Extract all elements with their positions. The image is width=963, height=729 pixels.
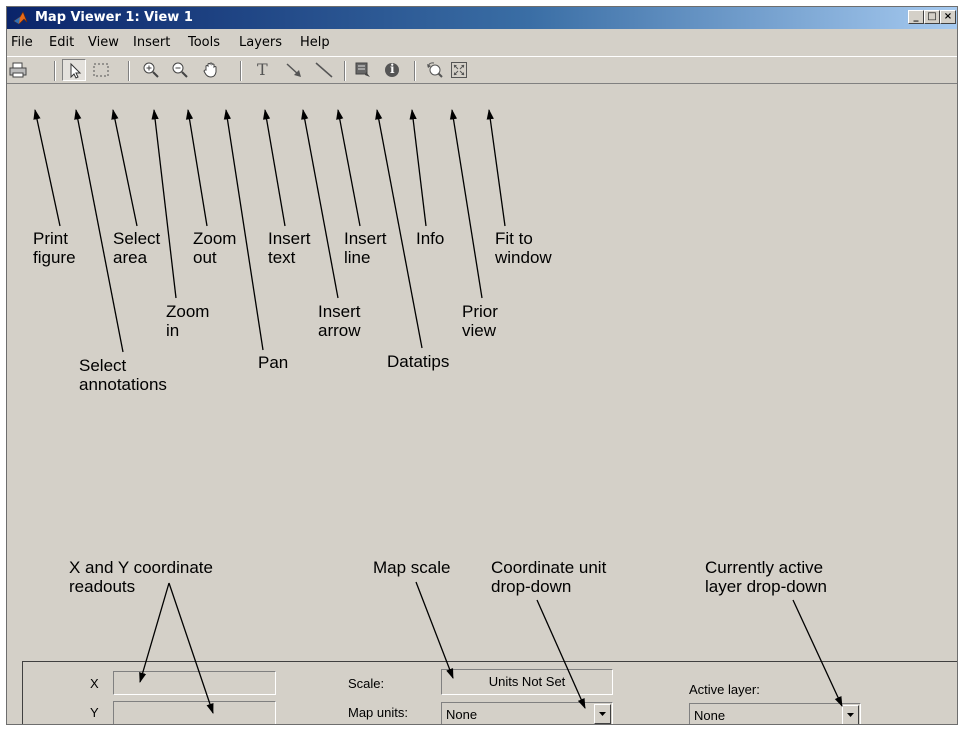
x-label: X bbox=[90, 676, 99, 691]
active-layer-dropdown-button[interactable] bbox=[842, 705, 859, 724]
title-bar[interactable]: Map Viewer 1: View 1 _ □ × bbox=[7, 7, 957, 29]
label-insert-arrow: Insert arrow bbox=[318, 302, 361, 340]
map-units-dropdown-button[interactable] bbox=[594, 704, 611, 724]
toolbar-separator bbox=[344, 61, 346, 81]
window-title: Map Viewer 1: View 1 bbox=[35, 10, 193, 25]
label-print-figure: Print figure bbox=[33, 229, 76, 267]
datatips-button[interactable] bbox=[351, 59, 375, 81]
map-units-value: None bbox=[446, 707, 478, 722]
fit-window-icon bbox=[451, 62, 467, 78]
label-prior-view: Prior view bbox=[462, 302, 498, 340]
insert-line-button[interactable] bbox=[312, 59, 336, 81]
zoom-out-button[interactable] bbox=[168, 59, 192, 81]
menu-edit[interactable]: Edit bbox=[49, 35, 74, 50]
scale-label: Scale: bbox=[348, 676, 385, 691]
datatip-icon bbox=[355, 62, 370, 77]
y-coordinate-readout bbox=[113, 701, 276, 724]
menu-layers[interactable]: Layers bbox=[239, 35, 282, 50]
menu-insert[interactable]: Insert bbox=[133, 35, 170, 50]
active-layer-label: Active layer: bbox=[689, 682, 760, 697]
active-layer-value: None bbox=[694, 708, 726, 723]
label-zoom-out: Zoom out bbox=[193, 229, 237, 267]
active-layer-dropdown[interactable]: None bbox=[689, 703, 861, 724]
menu-bar: File Edit View Insert Tools Layers Help bbox=[7, 33, 957, 53]
label-datatips: Datatips bbox=[387, 352, 450, 371]
maximize-icon: □ bbox=[927, 11, 937, 22]
label-select-annotations: Select annotations bbox=[79, 356, 167, 394]
dashed-rectangle-icon bbox=[93, 63, 109, 77]
close-icon: × bbox=[943, 11, 953, 22]
minimize-icon: _ bbox=[913, 11, 919, 22]
chevron-down-icon bbox=[847, 713, 854, 717]
toolbar-separator bbox=[128, 61, 130, 81]
map-units-label: Map units: bbox=[348, 705, 408, 720]
label-coordinate-unit-dropdown: Coordinate unit drop-down bbox=[491, 558, 607, 596]
fit-to-window-button[interactable] bbox=[447, 59, 471, 81]
toolbar-separator bbox=[414, 61, 416, 81]
map-scale-readout: Units Not Set bbox=[441, 669, 613, 695]
select-annotations-button[interactable] bbox=[62, 59, 86, 81]
arrow-icon bbox=[286, 63, 301, 77]
status-panel: X Y Scale: Units Not Set Map units: None… bbox=[22, 661, 957, 724]
menu-tools[interactable]: Tools bbox=[188, 35, 220, 50]
menu-file[interactable]: File bbox=[11, 35, 33, 50]
label-select-area: Select area bbox=[113, 229, 161, 267]
menu-help[interactable]: Help bbox=[300, 35, 330, 50]
toolbar: T i bbox=[7, 56, 957, 84]
insert-arrow-button[interactable] bbox=[282, 59, 306, 81]
hand-icon bbox=[203, 62, 217, 78]
zoom-in-button[interactable] bbox=[139, 59, 163, 81]
maximize-button[interactable]: □ bbox=[924, 10, 940, 24]
label-info: Info bbox=[416, 229, 445, 248]
x-coordinate-readout bbox=[113, 671, 276, 695]
minimize-button[interactable]: _ bbox=[908, 10, 924, 24]
insert-text-button[interactable]: T bbox=[251, 59, 275, 81]
select-area-button[interactable] bbox=[89, 59, 113, 81]
toolbar-separator bbox=[54, 61, 56, 81]
label-fit-to-window: Fit to window bbox=[495, 229, 552, 267]
info-button[interactable]: i bbox=[380, 59, 404, 81]
label-active-layer-dropdown: Currently active layer drop-down bbox=[705, 558, 827, 596]
label-map-scale: Map scale bbox=[373, 558, 451, 577]
label-insert-line: Insert line bbox=[344, 229, 387, 267]
prior-view-button[interactable] bbox=[423, 59, 447, 81]
prior-view-icon bbox=[427, 62, 443, 78]
matlab-logo-icon bbox=[13, 11, 28, 25]
label-insert-text: Insert text bbox=[268, 229, 311, 267]
y-label: Y bbox=[90, 705, 99, 720]
map-units-dropdown[interactable]: None bbox=[441, 702, 613, 724]
menu-view[interactable]: View bbox=[88, 35, 119, 50]
line-icon bbox=[315, 62, 333, 78]
close-button[interactable]: × bbox=[940, 10, 956, 24]
zoom-out-icon bbox=[172, 62, 188, 78]
toolbar-separator bbox=[240, 61, 242, 81]
pan-button[interactable] bbox=[199, 59, 223, 81]
chevron-down-icon bbox=[599, 712, 606, 716]
label-zoom-in: Zoom in bbox=[166, 302, 210, 340]
printer-icon bbox=[9, 62, 27, 78]
zoom-in-icon bbox=[143, 62, 159, 78]
label-pan: Pan bbox=[258, 353, 289, 372]
arrow-cursor-icon bbox=[70, 62, 82, 79]
label-coordinate-readouts: X and Y coordinate readouts bbox=[69, 558, 213, 596]
print-button[interactable] bbox=[7, 59, 30, 81]
text-t-icon: T bbox=[257, 60, 268, 79]
